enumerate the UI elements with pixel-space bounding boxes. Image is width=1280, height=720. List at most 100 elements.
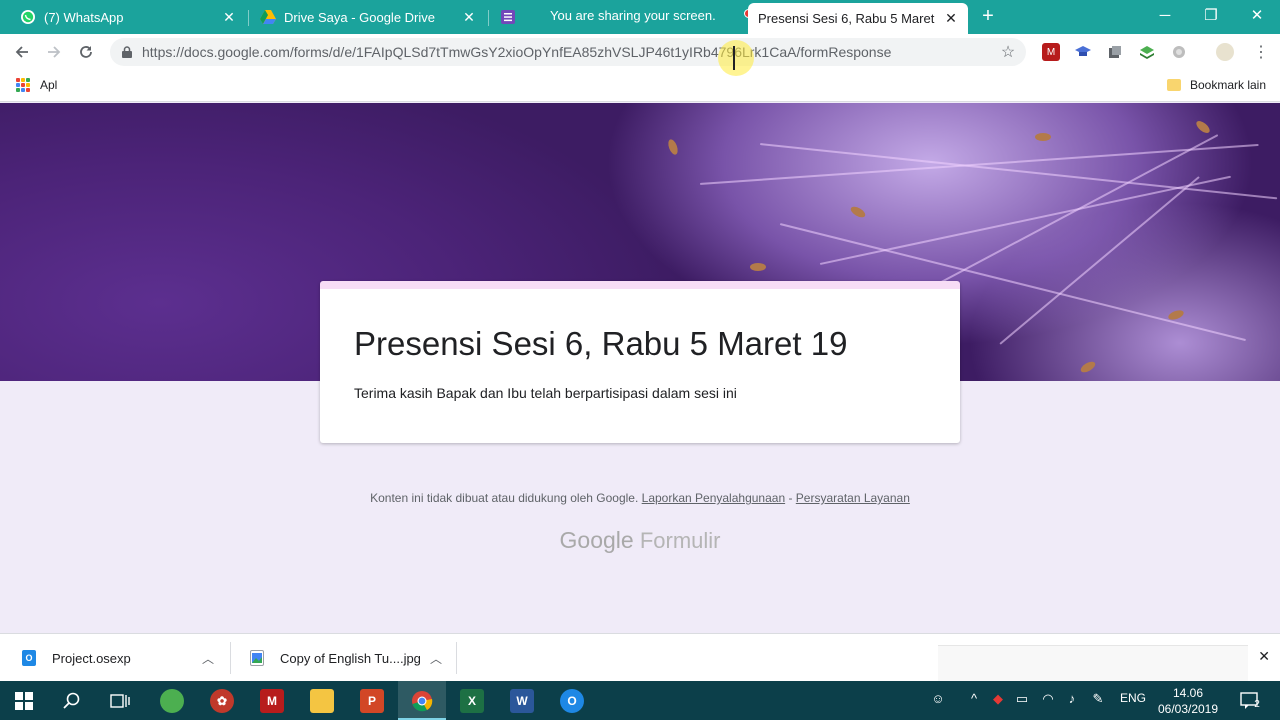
wifi-icon[interactable]: ◠ [1038, 691, 1058, 707]
flower-stamen [819, 175, 1232, 265]
powerpoint-icon[interactable]: P [360, 689, 384, 713]
downloads-bar: O Project.osexp ︿ Copy of English Tu....… [0, 633, 1280, 681]
flower-anther [1194, 118, 1212, 136]
volume-icon[interactable]: ♪ [1062, 691, 1082, 706]
new-tab-icon[interactable]: + [978, 6, 998, 26]
notification-count: 2 [1254, 699, 1260, 710]
language-indicator[interactable]: ENG [1116, 691, 1150, 705]
layers-extension-icon[interactable] [1138, 43, 1156, 61]
chevron-up-icon[interactable]: ^ [964, 691, 984, 706]
flower-stamen [759, 143, 1278, 200]
bookmark-star-icon[interactable]: ☆ [998, 42, 1018, 62]
box-extension-icon[interactable] [1106, 43, 1124, 61]
screen-sharing-notice: You are sharing your screen. [518, 0, 758, 30]
close-tab-icon[interactable]: ✕ [222, 9, 236, 26]
tab-title: (7) WhatsApp [44, 9, 124, 25]
form-page: Presensi Sesi 6, Rabu 5 Maret 19 Terima … [0, 103, 1280, 633]
flower-anther [849, 204, 867, 220]
chevron-up-icon[interactable]: ︿ [202, 650, 214, 667]
reload-icon[interactable] [74, 40, 98, 64]
system-clock[interactable]: 14.06 06/03/2019 [1150, 685, 1226, 717]
tab-title: Drive Saya - Google Drive [284, 9, 435, 25]
flower-anther [1079, 359, 1097, 375]
tab-title: Presensi Sesi 6, Rabu 5 Maret 19 [758, 11, 938, 26]
opensesame-icon[interactable]: O [560, 689, 584, 713]
tab-google-drive[interactable]: Drive Saya - Google Drive ✕ [250, 2, 486, 32]
download-file-name: Project.osexp [52, 650, 131, 666]
browser-toolbar: https://docs.google.com/forms/d/e/1FAIpQ… [0, 34, 1280, 70]
minimize-icon[interactable]: ─ [1142, 0, 1188, 30]
download-item[interactable]: Copy of English Tu....jpg ︿ [250, 634, 442, 682]
form-footer-disclaimer: Konten ini tidak dibuat atau didukung ol… [0, 491, 1280, 505]
folder-icon [1166, 79, 1181, 91]
tab-divider [488, 10, 489, 26]
pen-icon[interactable]: ✎ [1088, 691, 1108, 707]
download-divider [456, 642, 457, 674]
image-file-icon [250, 650, 264, 666]
chrome-icon[interactable] [410, 689, 434, 713]
globe-app-icon[interactable] [160, 689, 184, 713]
google-wordmark: Google [559, 527, 634, 553]
forms-wordmark: Formulir [639, 528, 721, 553]
download-divider [230, 642, 231, 674]
download-file-name: Copy of English Tu....jpg [280, 650, 421, 666]
leaf-app-icon[interactable]: ✿ [210, 689, 234, 713]
whatsapp-icon [20, 9, 36, 25]
word-icon[interactable]: W [510, 689, 534, 713]
restore-icon[interactable]: ❐ [1188, 0, 1234, 30]
notification-popup [938, 645, 1248, 681]
close-downloads-icon[interactable]: ✕ [1258, 648, 1270, 665]
download-item[interactable]: O Project.osexp ︿ [22, 634, 214, 682]
people-icon[interactable]: ☺ [928, 691, 948, 706]
profile-avatar[interactable] [1216, 43, 1234, 61]
browser-tab-strip: (7) WhatsApp ✕ Drive Saya - Google Drive… [0, 0, 1280, 34]
search-icon[interactable] [60, 689, 84, 713]
tab-presensi-form[interactable]: Presensi Sesi 6, Rabu 5 Maret 19 ✕ [748, 3, 968, 34]
tab-whatsapp[interactable]: (7) WhatsApp ✕ [10, 2, 246, 32]
close-window-icon[interactable]: ✕ [1234, 0, 1280, 30]
form-title: Presensi Sesi 6, Rabu 5 Maret 19 [354, 325, 848, 362]
menu-dots-icon[interactable]: ⋮ [1252, 43, 1270, 61]
lock-icon[interactable] [120, 45, 134, 59]
task-view-icon[interactable] [108, 689, 132, 713]
flower-anther [750, 263, 766, 271]
flower-anther [1035, 133, 1051, 141]
acrobat-tray-icon[interactable]: ◆ [988, 691, 1008, 707]
mendeley-app-icon[interactable]: M [260, 689, 284, 713]
google-forms-icon [500, 9, 516, 25]
other-bookmarks-label: Bookmark lain [1189, 78, 1266, 92]
google-forms-logo[interactable]: Google Formulir [0, 527, 1280, 554]
google-drive-icon [260, 9, 276, 25]
other-bookmarks[interactable]: Bookmark lain [1166, 78, 1266, 92]
file-explorer-icon[interactable] [310, 689, 334, 713]
flower-anther [1167, 308, 1185, 322]
apps-shortcut[interactable]: Apl [16, 78, 57, 92]
apps-label: Apl [40, 78, 58, 92]
clock-time: 14.06 [1172, 686, 1204, 700]
graduation-cap-extension-icon[interactable] [1074, 43, 1092, 61]
tab-divider [248, 10, 249, 26]
form-confirmation-card: Presensi Sesi 6, Rabu 5 Maret 19 Terima … [320, 281, 960, 443]
apps-grid-icon [16, 78, 30, 92]
windows-taskbar: ✿ M P X W O ☺ ^ ◆ ▭ ◠ ♪ ✎ ENG 14.06 06/0… [0, 681, 1280, 720]
chevron-up-icon[interactable]: ︿ [430, 650, 442, 667]
back-arrow-icon[interactable] [10, 40, 34, 64]
url-text[interactable]: https://docs.google.com/forms/d/e/1FAIpQ… [142, 44, 998, 60]
close-tab-icon[interactable]: ✕ [944, 10, 958, 27]
address-bar[interactable]: https://docs.google.com/forms/d/e/1FAIpQ… [110, 38, 1026, 66]
close-tab-icon[interactable]: ✕ [462, 9, 476, 26]
terms-of-service-link[interactable]: Persyaratan Layanan [796, 491, 910, 505]
excel-icon[interactable]: X [460, 689, 484, 713]
action-center-icon[interactable]: 2 [1236, 691, 1264, 710]
report-abuse-link[interactable]: Laporkan Penyalahgunaan [642, 491, 785, 505]
clock-date: 06/03/2019 [1157, 702, 1219, 716]
text-cursor-icon [733, 46, 739, 70]
windows-start-icon[interactable] [12, 689, 36, 713]
tab-google-forms[interactable] [490, 2, 520, 32]
circle-extension-icon[interactable] [1170, 43, 1188, 61]
mendeley-extension-icon[interactable]: M [1042, 43, 1060, 61]
forward-arrow-icon[interactable] [42, 40, 66, 64]
bookmarks-bar: Apl Bookmark lain [0, 70, 1280, 102]
sharing-notice-text: You are sharing your screen. [550, 7, 716, 23]
battery-icon[interactable]: ▭ [1012, 691, 1032, 707]
